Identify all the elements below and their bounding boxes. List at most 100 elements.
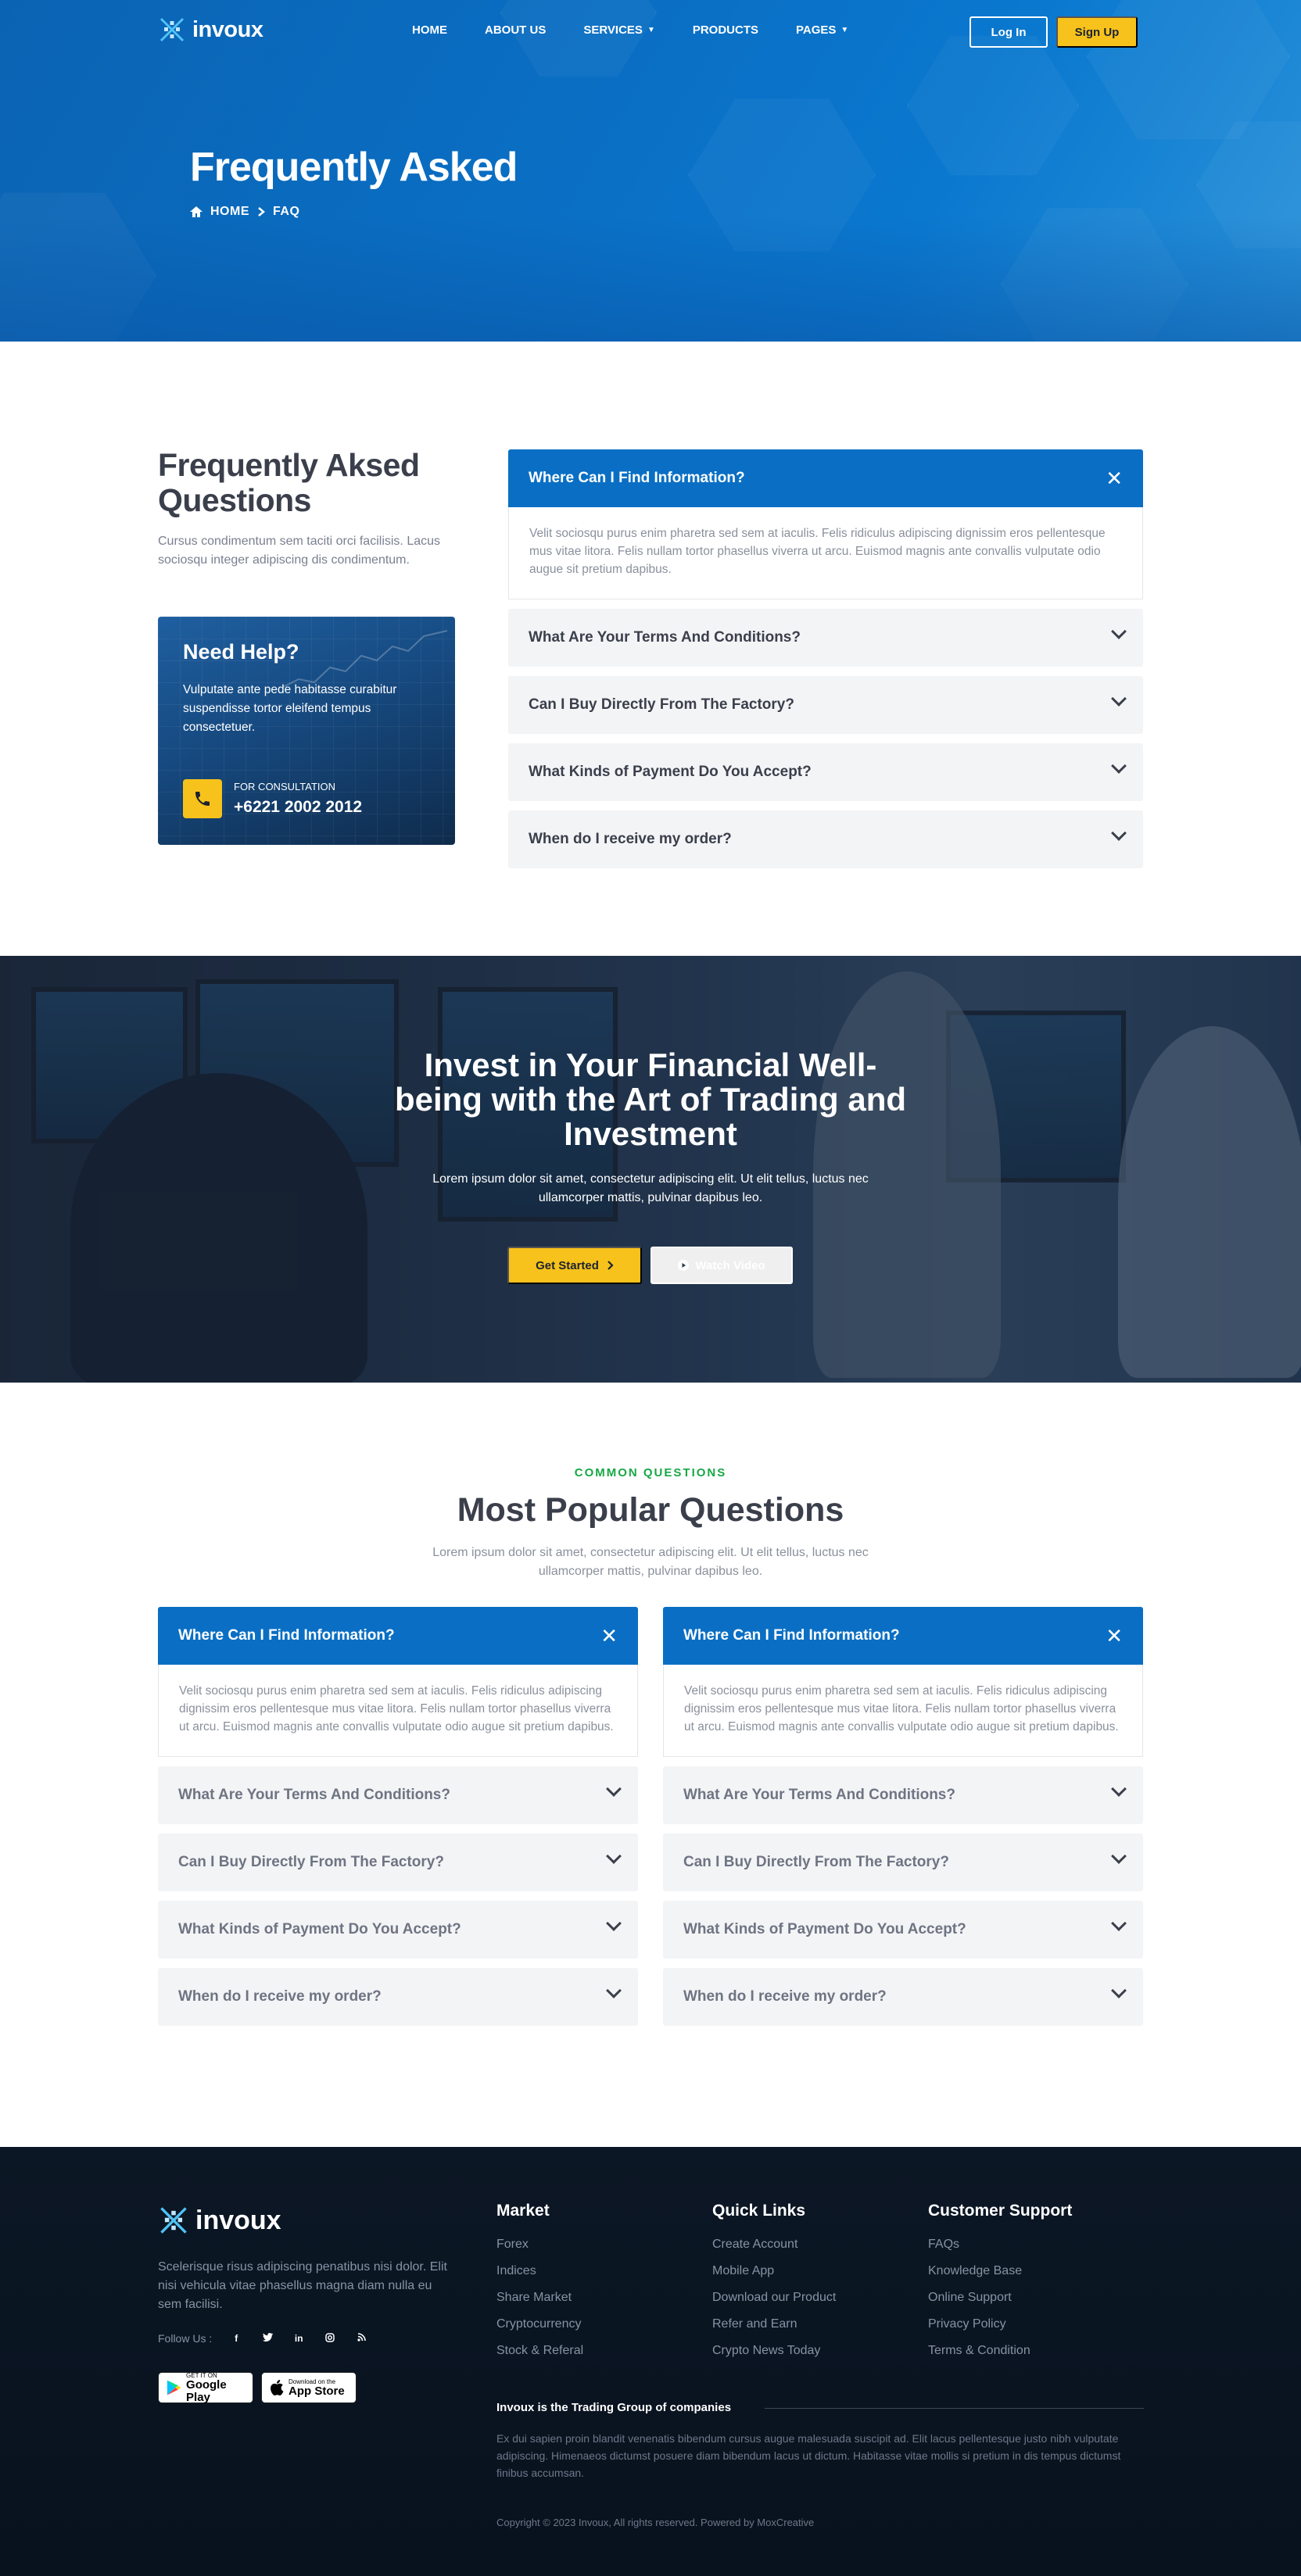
footer-link[interactable]: Forex (496, 2231, 583, 2258)
login-button[interactable]: Log In (969, 16, 1048, 48)
accordion-item[interactable]: What Are Your Terms And Conditions? (663, 1766, 1143, 1824)
signup-button[interactable]: Sign Up (1056, 16, 1138, 48)
popular-questions-section: COMMON QUESTIONS Most Popular Questions … (0, 1383, 1301, 2147)
accordion-item[interactable]: What Kinds of Payment Do You Accept? (663, 1901, 1143, 1959)
accordion-question: What Kinds of Payment Do You Accept? (683, 1921, 966, 1937)
footer-link[interactable]: Knowledge Base (928, 2258, 1072, 2284)
accordion-header-open[interactable]: Where Can I Find Information? ✕ (663, 1607, 1143, 1665)
watch-video-button[interactable]: Watch Video (650, 1247, 793, 1284)
footer-link[interactable]: Create Account (712, 2231, 836, 2258)
chevron-down-icon (1111, 1916, 1127, 1931)
footer-column-market: Market Forex Indices Share Market Crypto… (496, 2202, 583, 2364)
breadcrumb-current: FAQ (273, 205, 300, 218)
chevron-down-icon (606, 1848, 622, 1864)
footer-link[interactable]: FAQs (928, 2231, 1072, 2258)
footer-link[interactable]: Indices (496, 2258, 583, 2284)
logo-text: invoux (192, 16, 263, 42)
footer-logo[interactable]: invoux (158, 2205, 281, 2236)
faq-intro: Frequently Aksed Questions Cursus condim… (158, 448, 455, 570)
top-navbar: invoux HOME ABOUT US SERVICES ▼ PRODUCTS … (158, 16, 1143, 48)
button-label: Watch Video (695, 1258, 765, 1272)
follow-label: Follow Us : (158, 2332, 213, 2345)
instagram-icon[interactable] (323, 2332, 337, 2345)
accordion-question: What Are Your Terms And Conditions? (529, 629, 801, 646)
footer-link[interactable]: Mobile App (712, 2258, 836, 2284)
footer-link[interactable]: Share Market (496, 2284, 583, 2311)
logo-text: invoux (195, 2205, 281, 2235)
facebook-icon[interactable]: f (229, 2333, 243, 2344)
cta-title: Invest in Your Financial Well- being wit… (0, 1048, 1301, 1151)
page-title: Frequently Asked (190, 145, 518, 190)
consultation-label: FOR CONSULTATION (234, 781, 335, 792)
logo[interactable]: invoux (158, 16, 263, 44)
site-footer: invoux Scelerisque risus adipiscing pena… (0, 2147, 1301, 2576)
twitter-icon[interactable] (260, 2333, 274, 2344)
accordion-question: When do I receive my order? (683, 1988, 887, 2005)
cta-overlay (0, 956, 1301, 1383)
nav-item-about[interactable]: ABOUT US (485, 23, 546, 37)
footer-column-title: Quick Links (712, 2202, 806, 2220)
accordion-item[interactable]: When do I receive my order? (663, 1968, 1143, 2026)
chevron-down-icon: ▼ (647, 26, 655, 34)
chevron-down-icon (1111, 758, 1127, 774)
nav-label: HOME (412, 23, 447, 37)
footer-link[interactable]: Stock & Referal (496, 2338, 583, 2364)
footer-link[interactable]: Refer and Earn (712, 2311, 836, 2338)
accordion-header-open[interactable]: Where Can I Find Information? ✕ (158, 1607, 638, 1665)
accordion-header-open[interactable]: Where Can I Find Information? ✕ (508, 449, 1143, 507)
nav-label: PRODUCTS (692, 23, 759, 37)
accordion-item[interactable]: What Kinds of Payment Do You Accept? (508, 743, 1143, 801)
section-title: Most Popular Questions (457, 1491, 844, 1529)
footer-column-title: Market (496, 2202, 550, 2220)
chevron-down-icon: ▼ (840, 26, 849, 34)
faq-accordion-left: Where Can I Find Information? ✕ Velit so… (158, 1607, 638, 2026)
cta-text: Lorem ipsum dolor sit amet, consectetur … (0, 1170, 1301, 1208)
breadcrumb-home[interactable]: HOME (210, 205, 249, 219)
nav-item-home[interactable]: HOME (412, 23, 447, 37)
apple-icon (271, 2380, 284, 2396)
accordion-item[interactable]: What Kinds of Payment Do You Accept? (158, 1901, 638, 1959)
footer-link[interactable]: Cryptocurrency (496, 2311, 583, 2338)
get-started-button[interactable]: Get Started (507, 1247, 642, 1284)
faq-title: Frequently Aksed Questions (158, 447, 420, 518)
footer-link[interactable]: Download our Product (712, 2284, 836, 2311)
nav-item-pages[interactable]: PAGES ▼ (796, 23, 848, 37)
chevron-down-icon (606, 1983, 622, 1998)
faq-accordion-right: Where Can I Find Information? ✕ Velit so… (663, 1607, 1143, 2026)
footer-column-quick-links: Quick Links Create Account Mobile App Do… (712, 2202, 836, 2364)
chevron-down-icon (606, 1781, 622, 1797)
footer-link[interactable]: Online Support (928, 2284, 1072, 2311)
accordion-question: What Kinds of Payment Do You Accept? (178, 1921, 461, 1937)
footer-link[interactable]: Privacy Policy (928, 2311, 1072, 2338)
footer-link[interactable]: Terms & Condition (928, 2338, 1072, 2364)
main-menu: HOME ABOUT US SERVICES ▼ PRODUCTS PAGES ▼ (412, 23, 886, 37)
phone-number[interactable]: +6221 2002 2012 (234, 798, 362, 817)
group-title: Invoux is the Trading Group of companies (496, 2401, 732, 2414)
close-icon[interactable]: ✕ (1106, 1626, 1123, 1646)
accordion-question: Where Can I Find Information? (178, 1627, 395, 1644)
close-icon[interactable]: ✕ (600, 1626, 618, 1646)
badge-big-text: App Store (289, 2384, 345, 2398)
section-lead: Lorem ipsum dolor sit amet, consectetur … (158, 1544, 1143, 1581)
nav-item-services[interactable]: SERVICES ▼ (583, 23, 655, 37)
accordion-item[interactable]: What Are Your Terms And Conditions? (158, 1766, 638, 1824)
accordion-item[interactable]: When do I receive my order? (158, 1968, 638, 2026)
nav-item-products[interactable]: PRODUCTS (693, 23, 758, 37)
accordion-answer: Velit sociosqu purus enim pharetra sed s… (663, 1665, 1143, 1757)
accordion-item[interactable]: Can I Buy Directly From The Factory? (158, 1834, 638, 1891)
chevron-down-icon (1111, 1781, 1127, 1797)
rss-icon[interactable] (354, 2333, 368, 2344)
linkedin-icon[interactable]: in (292, 2333, 306, 2344)
footer-link[interactable]: Crypto News Today (712, 2338, 836, 2364)
close-icon[interactable]: ✕ (1106, 468, 1123, 488)
accordion-item[interactable]: Can I Buy Directly From The Factory? (663, 1834, 1143, 1891)
accordion-item[interactable]: When do I receive my order? (508, 810, 1143, 868)
accordion-question: What Are Your Terms And Conditions? (683, 1787, 955, 1803)
nav-label: PAGES (796, 23, 837, 37)
accordion-item[interactable]: Can I Buy Directly From The Factory? (508, 676, 1143, 734)
google-play-badge[interactable]: GET IT ON Google Play (158, 2372, 253, 2403)
accordion-item[interactable]: What Are Your Terms And Conditions? (508, 609, 1143, 667)
phone-icon (195, 792, 210, 806)
footer-description: Scelerisque risus adipiscing penatibus n… (158, 2260, 447, 2311)
app-store-badge[interactable]: Download on the App Store (261, 2372, 357, 2403)
